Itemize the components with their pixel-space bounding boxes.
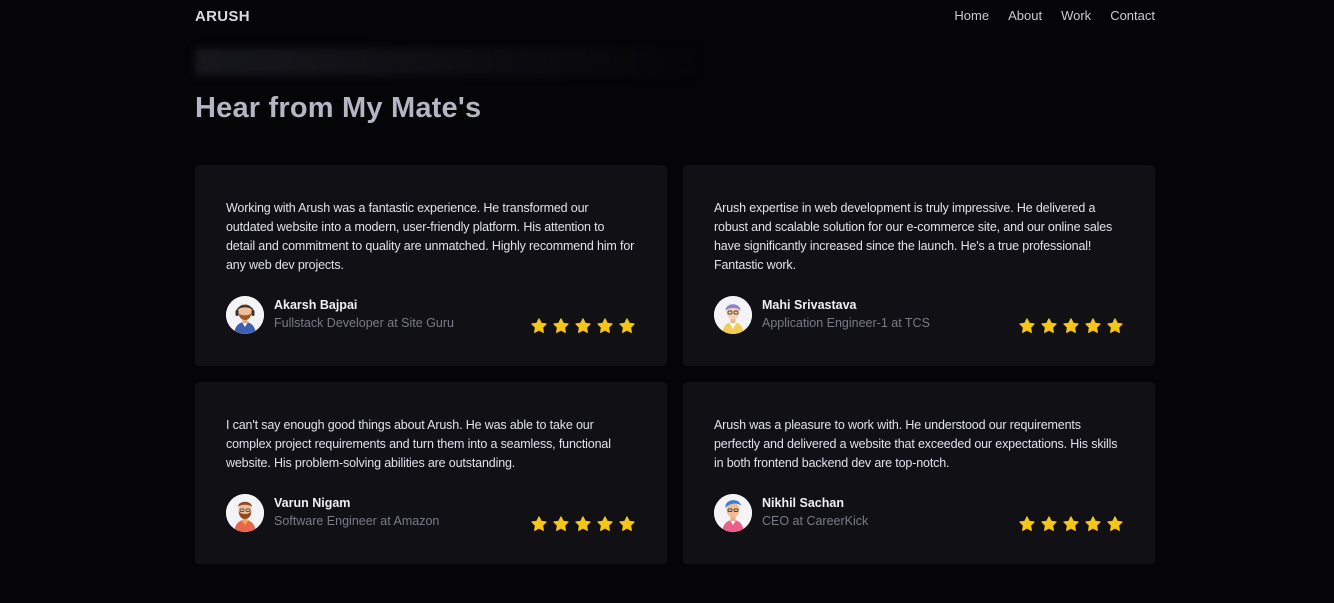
avatar-bearded-icon bbox=[226, 494, 264, 532]
top-nav: ARUSH Home About Work Contact bbox=[195, 0, 1155, 32]
star-icon bbox=[575, 318, 591, 333]
author-role: Software Engineer at Amazon bbox=[274, 514, 440, 528]
author-role: Fullstack Developer at Site Guru bbox=[274, 316, 454, 330]
star-icon bbox=[1107, 318, 1123, 333]
brand-logo[interactable]: ARUSH bbox=[195, 8, 250, 25]
testimonial-author: Varun Nigam Software Engineer at Amazon bbox=[226, 494, 439, 532]
testimonials-grid: Working with Arush was a fantastic exper… bbox=[195, 165, 1155, 564]
avatar-blue-hair-icon bbox=[714, 494, 752, 532]
nav-link-home[interactable]: Home bbox=[954, 8, 989, 23]
decorative-glow bbox=[195, 48, 695, 76]
testimonial-author: Mahi Srivastava Application Engineer-1 a… bbox=[714, 296, 930, 334]
star-icon bbox=[553, 516, 569, 531]
star-icon bbox=[1019, 516, 1035, 531]
author-role: Application Engineer-1 at TCS bbox=[762, 316, 930, 330]
author-name: Nikhil Sachan bbox=[762, 496, 844, 510]
star-icon bbox=[531, 318, 547, 333]
testimonial-author: Nikhil Sachan CEO at CareerKick bbox=[714, 494, 868, 532]
star-rating bbox=[530, 317, 636, 335]
avatar-headset-icon bbox=[226, 296, 264, 334]
avatar-purple-hair-icon bbox=[714, 296, 752, 334]
nav-link-contact[interactable]: Contact bbox=[1110, 8, 1155, 23]
star-icon bbox=[1041, 516, 1057, 531]
star-icon bbox=[619, 516, 635, 531]
testimonial-card: I can't say enough good things about Aru… bbox=[195, 382, 667, 564]
testimonial-quote: Working with Arush was a fantastic exper… bbox=[226, 201, 635, 272]
star-icon bbox=[597, 318, 613, 333]
author-name: Mahi Srivastava bbox=[762, 298, 857, 312]
star-icon bbox=[1107, 516, 1123, 531]
star-rating bbox=[1018, 515, 1124, 533]
testimonial-card: Arush expertise in web development is tr… bbox=[683, 165, 1155, 366]
star-icon bbox=[553, 318, 569, 333]
nav-link-work[interactable]: Work bbox=[1061, 8, 1091, 23]
star-icon bbox=[597, 516, 613, 531]
testimonial-author: Akarsh Bajpai Fullstack Developer at Sit… bbox=[226, 296, 454, 334]
star-icon bbox=[619, 318, 635, 333]
section-title: Hear from My Mate's bbox=[195, 92, 482, 124]
star-rating bbox=[1018, 317, 1124, 335]
star-icon bbox=[1085, 318, 1101, 333]
nav-links: Home About Work Contact bbox=[954, 8, 1155, 23]
testimonial-quote: I can't say enough good things about Aru… bbox=[226, 418, 611, 470]
star-icon bbox=[1063, 318, 1079, 333]
testimonial-card: Arush was a pleasure to work with. He un… bbox=[683, 382, 1155, 564]
testimonial-quote: Arush was a pleasure to work with. He un… bbox=[714, 418, 1118, 470]
star-icon bbox=[575, 516, 591, 531]
author-name: Akarsh Bajpai bbox=[274, 298, 358, 312]
author-role: CEO at CareerKick bbox=[762, 514, 869, 528]
star-rating bbox=[530, 515, 636, 533]
star-icon bbox=[1085, 516, 1101, 531]
testimonial-quote: Arush expertise in web development is tr… bbox=[714, 201, 1113, 272]
author-name: Varun Nigam bbox=[274, 496, 351, 510]
star-icon bbox=[1041, 318, 1057, 333]
star-icon bbox=[1019, 318, 1035, 333]
nav-link-about[interactable]: About bbox=[1008, 8, 1042, 23]
star-icon bbox=[531, 516, 547, 531]
star-icon bbox=[1063, 516, 1079, 531]
testimonial-card: Working with Arush was a fantastic exper… bbox=[195, 165, 667, 366]
